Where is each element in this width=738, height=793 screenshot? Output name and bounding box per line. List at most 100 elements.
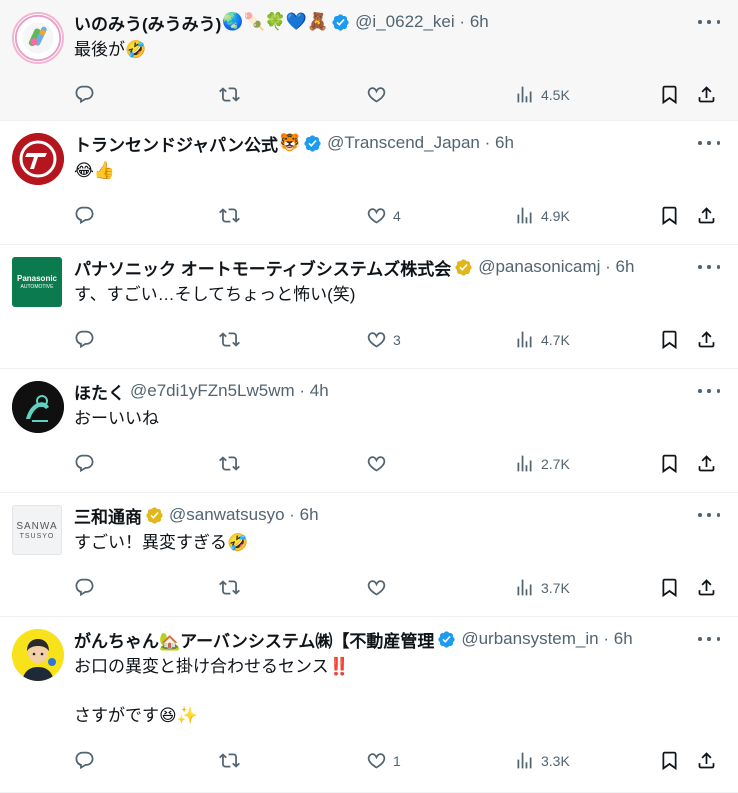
author-name[interactable]: パナソニック オートモーティブシステムズ株式会 [74, 255, 451, 280]
verified-badge-icon[interactable] [303, 134, 322, 153]
tweet-time[interactable]: 6h [470, 12, 489, 32]
like-button[interactable] [366, 577, 393, 598]
like-button[interactable]: 4 [366, 205, 401, 226]
share-button[interactable] [696, 577, 717, 598]
views-icon [517, 579, 532, 596]
bookmark-button[interactable] [659, 750, 680, 771]
retweet-button[interactable] [219, 329, 246, 350]
share-icon [698, 579, 715, 596]
verified-badge-icon[interactable] [145, 506, 164, 525]
avatar-brand-text: SANWA [16, 520, 58, 532]
author-handle[interactable]: @i_0622_kei [355, 12, 455, 32]
retweet-button[interactable] [219, 84, 246, 105]
verified-badge-icon[interactable] [331, 13, 350, 32]
avatar[interactable] [12, 133, 64, 185]
share-button[interactable] [696, 205, 717, 226]
views-icon [517, 331, 532, 348]
retweet-button[interactable] [219, 750, 246, 771]
avatar[interactable]: SANWA TSUSYO [12, 505, 62, 555]
author-handle[interactable]: @panasonicamj [478, 257, 600, 277]
avatar[interactable] [12, 629, 64, 681]
bookmark-icon [662, 454, 677, 474]
retweet-button[interactable] [219, 577, 246, 598]
share-button[interactable] [696, 750, 717, 771]
tweet-actions: 4 4.9K [74, 183, 722, 243]
tweet[interactable]: がんちゃん🏡アーバンシステム㈱【不動産管理 @urbansystem_in · … [0, 617, 738, 793]
like-button[interactable] [366, 453, 393, 474]
views-button[interactable]: 4.5K [514, 84, 570, 105]
verified-badge-icon[interactable] [454, 258, 473, 277]
author-name[interactable]: いのみう(みうみう) [74, 10, 221, 35]
reply-button[interactable] [74, 205, 101, 226]
more-icon[interactable] [698, 259, 720, 275]
tweet[interactable]: ほたく @e7di1yFZn5Lw5wm · 4h おーいいね 2.7K [0, 369, 738, 493]
author-name[interactable]: 三和通商 [74, 503, 142, 528]
reply-icon [75, 206, 94, 225]
more-icon[interactable] [698, 135, 720, 151]
separator-dot: · [605, 257, 611, 276]
bookmark-button[interactable] [659, 453, 680, 474]
more-icon[interactable] [698, 631, 720, 647]
views-button[interactable]: 3.3K [514, 750, 570, 771]
more-icon[interactable] [698, 507, 720, 523]
separator-dot: · [289, 505, 295, 524]
views-icon [517, 86, 532, 103]
tweet-time[interactable]: 6h [495, 133, 514, 153]
author-name[interactable]: トランセンドジャパン公式 [74, 131, 278, 156]
tweet-time[interactable]: 6h [616, 257, 635, 277]
views-button[interactable]: 4.7K [514, 329, 570, 350]
bookmark-button[interactable] [659, 84, 680, 105]
tweet-time[interactable]: 4h [310, 381, 329, 401]
like-button[interactable]: 3 [366, 329, 401, 350]
retweet-button[interactable] [219, 453, 246, 474]
avatar[interactable] [12, 381, 64, 433]
author-handle[interactable]: @Transcend_Japan [327, 133, 480, 153]
tweet[interactable]: トランセンドジャパン公式 🐯 @Transcend_Japan · 6h 😂👍 … [0, 121, 738, 245]
views-button[interactable]: 2.7K [514, 453, 570, 474]
like-icon [367, 580, 386, 596]
avatar[interactable]: Panasonic AUTOMOTIVE [12, 257, 62, 307]
tweet[interactable]: Panasonic AUTOMOTIVE パナソニック オートモーティブシステム… [0, 245, 738, 369]
bookmark-icon [662, 85, 677, 105]
author-handle[interactable]: @sanwatsusyo [169, 505, 285, 525]
reply-button[interactable] [74, 453, 101, 474]
reply-button[interactable] [74, 577, 101, 598]
author-name[interactable]: ほたく [74, 379, 125, 404]
bookmark-button[interactable] [659, 205, 680, 226]
tweet-time[interactable]: 6h [300, 505, 319, 525]
like-button[interactable]: 1 [366, 750, 401, 771]
author-handle[interactable]: @e7di1yFZn5Lw5wm [130, 381, 295, 401]
share-button[interactable] [696, 453, 717, 474]
avatar[interactable] [12, 12, 64, 64]
bookmark-button[interactable] [659, 329, 680, 350]
share-button[interactable] [696, 329, 717, 350]
more-icon[interactable] [698, 383, 720, 399]
more-icon[interactable] [698, 14, 720, 30]
bookmark-button[interactable] [659, 577, 680, 598]
retweet-icon [219, 208, 240, 223]
reply-button[interactable] [74, 329, 101, 350]
views-button[interactable]: 4.9K [514, 205, 570, 226]
reply-button[interactable] [74, 750, 101, 771]
author-name-emoji: 🌏🍡🍀💙🧸 [222, 12, 329, 31]
reply-icon [75, 85, 94, 104]
like-button[interactable] [366, 84, 393, 105]
separator-dot: · [459, 12, 466, 31]
verified-badge-icon[interactable] [437, 630, 456, 649]
tweet[interactable]: SANWA TSUSYO 三和通商 @sanwatsusyo · 6h すごい！… [0, 493, 738, 617]
share-button[interactable] [696, 84, 717, 105]
avatar-illustration-icon [12, 629, 64, 681]
avatar-brand-text: Panasonic [16, 274, 57, 283]
author-handle[interactable]: @urbansystem_in [461, 629, 598, 649]
retweet-icon [219, 580, 240, 595]
tweet-time[interactable]: 6h [614, 629, 633, 649]
author-name[interactable]: がんちゃん🏡アーバンシステム㈱【不動産管理 [74, 627, 434, 652]
tweet-text: す、すごい…そしてちょっと怖い(笑) [74, 285, 356, 304]
retweet-button[interactable] [219, 205, 246, 226]
reply-button[interactable] [74, 84, 101, 105]
tweet[interactable]: いのみう(みうみう) 🌏🍡🍀💙🧸 @i_0622_kei · 6h 最後が🤣 4… [0, 0, 738, 121]
views-button[interactable]: 3.7K [514, 577, 570, 598]
tweet-text: おーいいね [74, 409, 159, 428]
like-count: 3 [393, 331, 401, 348]
author-name-emoji: 🐯 [279, 133, 301, 152]
